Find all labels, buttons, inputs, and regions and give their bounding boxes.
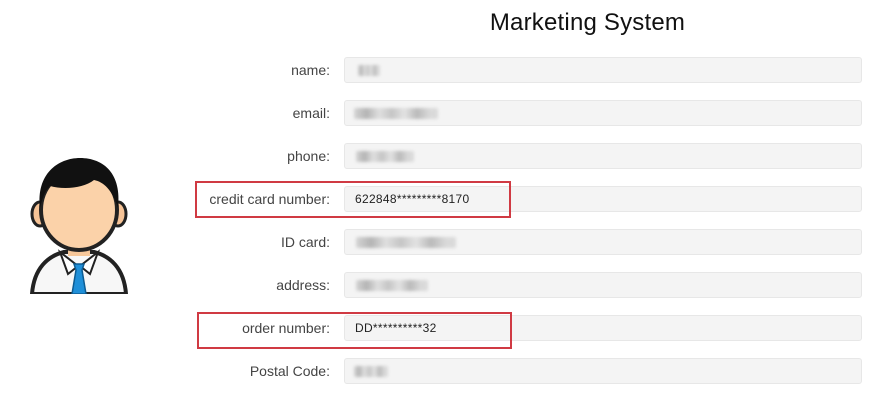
address-label: address: bbox=[276, 277, 330, 293]
credit-card-value: 622848*********8170 bbox=[355, 192, 470, 206]
email-label: email: bbox=[292, 105, 330, 121]
form-row-phone: phone: bbox=[0, 143, 885, 171]
form-row-address: address: bbox=[0, 272, 885, 300]
form-row-credit-card: credit card number: 622848*********8170 bbox=[0, 186, 885, 214]
phone-label: phone: bbox=[287, 148, 330, 164]
redacted-value bbox=[354, 366, 388, 377]
name-field[interactable] bbox=[344, 57, 862, 83]
form-row-id-card: ID card: bbox=[0, 229, 885, 257]
postal-code-field[interactable] bbox=[344, 358, 862, 384]
page-title: Marketing System bbox=[489, 9, 686, 36]
form-row-postal-code: Postal Code: bbox=[0, 358, 885, 386]
phone-field[interactable] bbox=[344, 143, 862, 169]
redacted-value bbox=[356, 237, 456, 248]
form-row-order-number: order number: DD**********32 bbox=[0, 315, 885, 343]
order-number-label: order number: bbox=[242, 320, 330, 336]
name-label: name: bbox=[291, 62, 330, 78]
form-row-name: name: bbox=[0, 57, 885, 85]
form-row-email: email: bbox=[0, 100, 885, 128]
postal-code-label: Postal Code: bbox=[249, 363, 330, 379]
credit-card-label: credit card number: bbox=[209, 191, 330, 207]
id-card-label: ID card: bbox=[280, 234, 330, 250]
redacted-value bbox=[356, 280, 428, 291]
redacted-value bbox=[358, 65, 380, 76]
order-number-value: DD**********32 bbox=[355, 321, 437, 335]
redacted-value bbox=[354, 108, 438, 119]
redacted-value bbox=[356, 151, 414, 162]
